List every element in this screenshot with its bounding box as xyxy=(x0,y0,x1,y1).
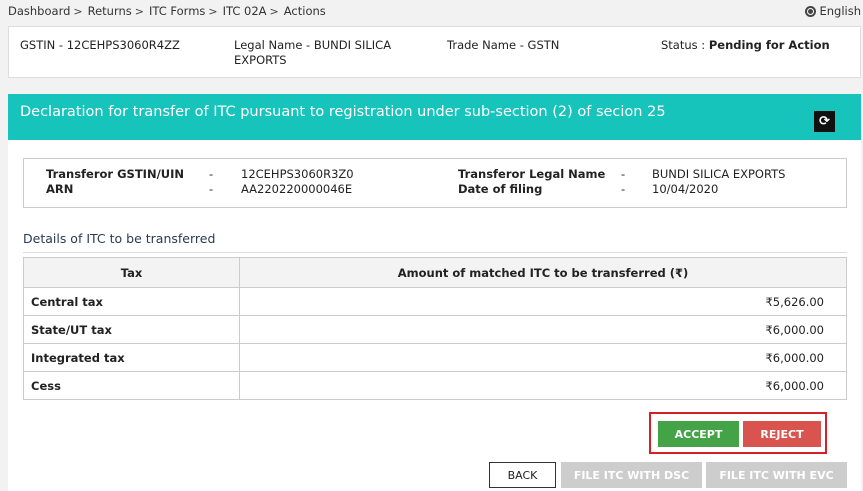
row-amount-cess: ₹6,000.00 xyxy=(239,371,847,400)
transferor-legal-name-label: Transferor Legal Name xyxy=(458,167,606,181)
row-tax-state: State/UT tax xyxy=(23,315,240,344)
transferor-gstin-value: 12CEHPS3060R3Z0 xyxy=(241,167,354,181)
status-label: Status : xyxy=(661,38,709,52)
row-tax-central: Central tax xyxy=(23,287,240,316)
legal-name-text: Legal Name - BUNDI SILICA EXPORTS xyxy=(234,38,392,67)
breadcrumb-separator: > xyxy=(269,4,279,18)
date-of-filing-label: Date of filing xyxy=(458,182,543,196)
row-amount-state: ₹6,000.00 xyxy=(239,315,847,344)
header-amount: Amount of matched ITC to be transferred … xyxy=(239,257,847,288)
status-text: Status : Pending for Action xyxy=(661,38,830,53)
breadcrumb-itc-02a[interactable]: ITC 02A xyxy=(223,4,267,18)
date-of-filing-value: 10/04/2020 xyxy=(652,182,719,196)
header-tax: Tax xyxy=(23,257,240,288)
breadcrumb-separator: > xyxy=(208,4,218,18)
language-selector[interactable]: English xyxy=(805,4,861,18)
table-row: Central tax ₹5,626.00 xyxy=(23,287,847,316)
details-section-title: Details of ITC to be transferred xyxy=(23,231,216,246)
row-amount-central: ₹5,626.00 xyxy=(239,287,847,316)
breadcrumb-actions: Actions xyxy=(283,4,326,18)
breadcrumb-separator: > xyxy=(134,4,144,18)
table-row: Cess ₹6,000.00 xyxy=(23,371,847,400)
dash: - xyxy=(621,182,626,196)
dash: - xyxy=(621,167,626,181)
transferor-legal-name-value: BUNDI SILICA EXPORTS xyxy=(652,167,786,181)
file-itc-with-evc-button[interactable]: FILE ITC WITH EVC xyxy=(706,462,847,488)
globe-icon xyxy=(805,5,817,17)
language-label: English xyxy=(819,4,861,18)
transferor-gstin-label: Transferor GSTIN/UIN xyxy=(46,167,185,181)
row-amount-integrated: ₹6,000.00 xyxy=(239,343,847,372)
declaration-banner: Declaration for transfer of ITC pursuant… xyxy=(8,94,861,140)
main-content: Transferor GSTIN/UIN - 12CEHPS3060R3Z0 T… xyxy=(8,140,861,491)
breadcrumb-dashboard[interactable]: Dashboard xyxy=(8,4,70,18)
itc-table: Tax Amount of matched ITC to be transfer… xyxy=(23,257,847,400)
breadcrumb-itc-forms[interactable]: ITC Forms xyxy=(149,4,205,18)
arn-value: AA220220000046E xyxy=(241,182,353,196)
gstin-text: GSTIN - 12CEHPS3060R4ZZ xyxy=(20,38,180,52)
arn-label: ARN xyxy=(46,182,74,196)
dash: - xyxy=(209,167,214,181)
refresh-button[interactable]: ⟳ xyxy=(814,111,835,132)
back-button[interactable]: BACK xyxy=(489,462,556,488)
status-value: Pending for Action xyxy=(708,38,830,52)
breadcrumb: Dashboard > Returns > ITC Forms > ITC 02A > … xyxy=(8,4,326,18)
row-tax-cess: Cess xyxy=(23,371,240,400)
reject-button[interactable]: REJECT xyxy=(743,421,821,447)
accept-button[interactable]: ACCEPT xyxy=(658,421,739,447)
table-row: State/UT tax ₹6,000.00 xyxy=(23,315,847,344)
dash: - xyxy=(209,182,214,196)
taxpayer-header-card: GSTIN - 12CEHPS3060R4ZZ Legal Name - BUN… xyxy=(8,26,861,78)
divider xyxy=(23,252,847,253)
table-header-row: Tax Amount of matched ITC to be transfer… xyxy=(23,257,847,288)
refresh-icon: ⟳ xyxy=(819,114,830,129)
table-row: Integrated tax ₹6,000.00 xyxy=(23,343,847,372)
row-tax-integrated: Integrated tax xyxy=(23,343,240,372)
trade-name-text: Trade Name - GSTN xyxy=(447,38,560,52)
breadcrumb-returns[interactable]: Returns xyxy=(88,4,132,18)
banner-title: Declaration for transfer of ITC pursuant… xyxy=(20,104,666,120)
file-itc-with-dsc-button[interactable]: FILE ITC WITH DSC xyxy=(561,462,702,488)
transferor-info-box: Transferor GSTIN/UIN - 12CEHPS3060R3Z0 T… xyxy=(23,158,847,208)
breadcrumb-separator: > xyxy=(73,4,83,18)
